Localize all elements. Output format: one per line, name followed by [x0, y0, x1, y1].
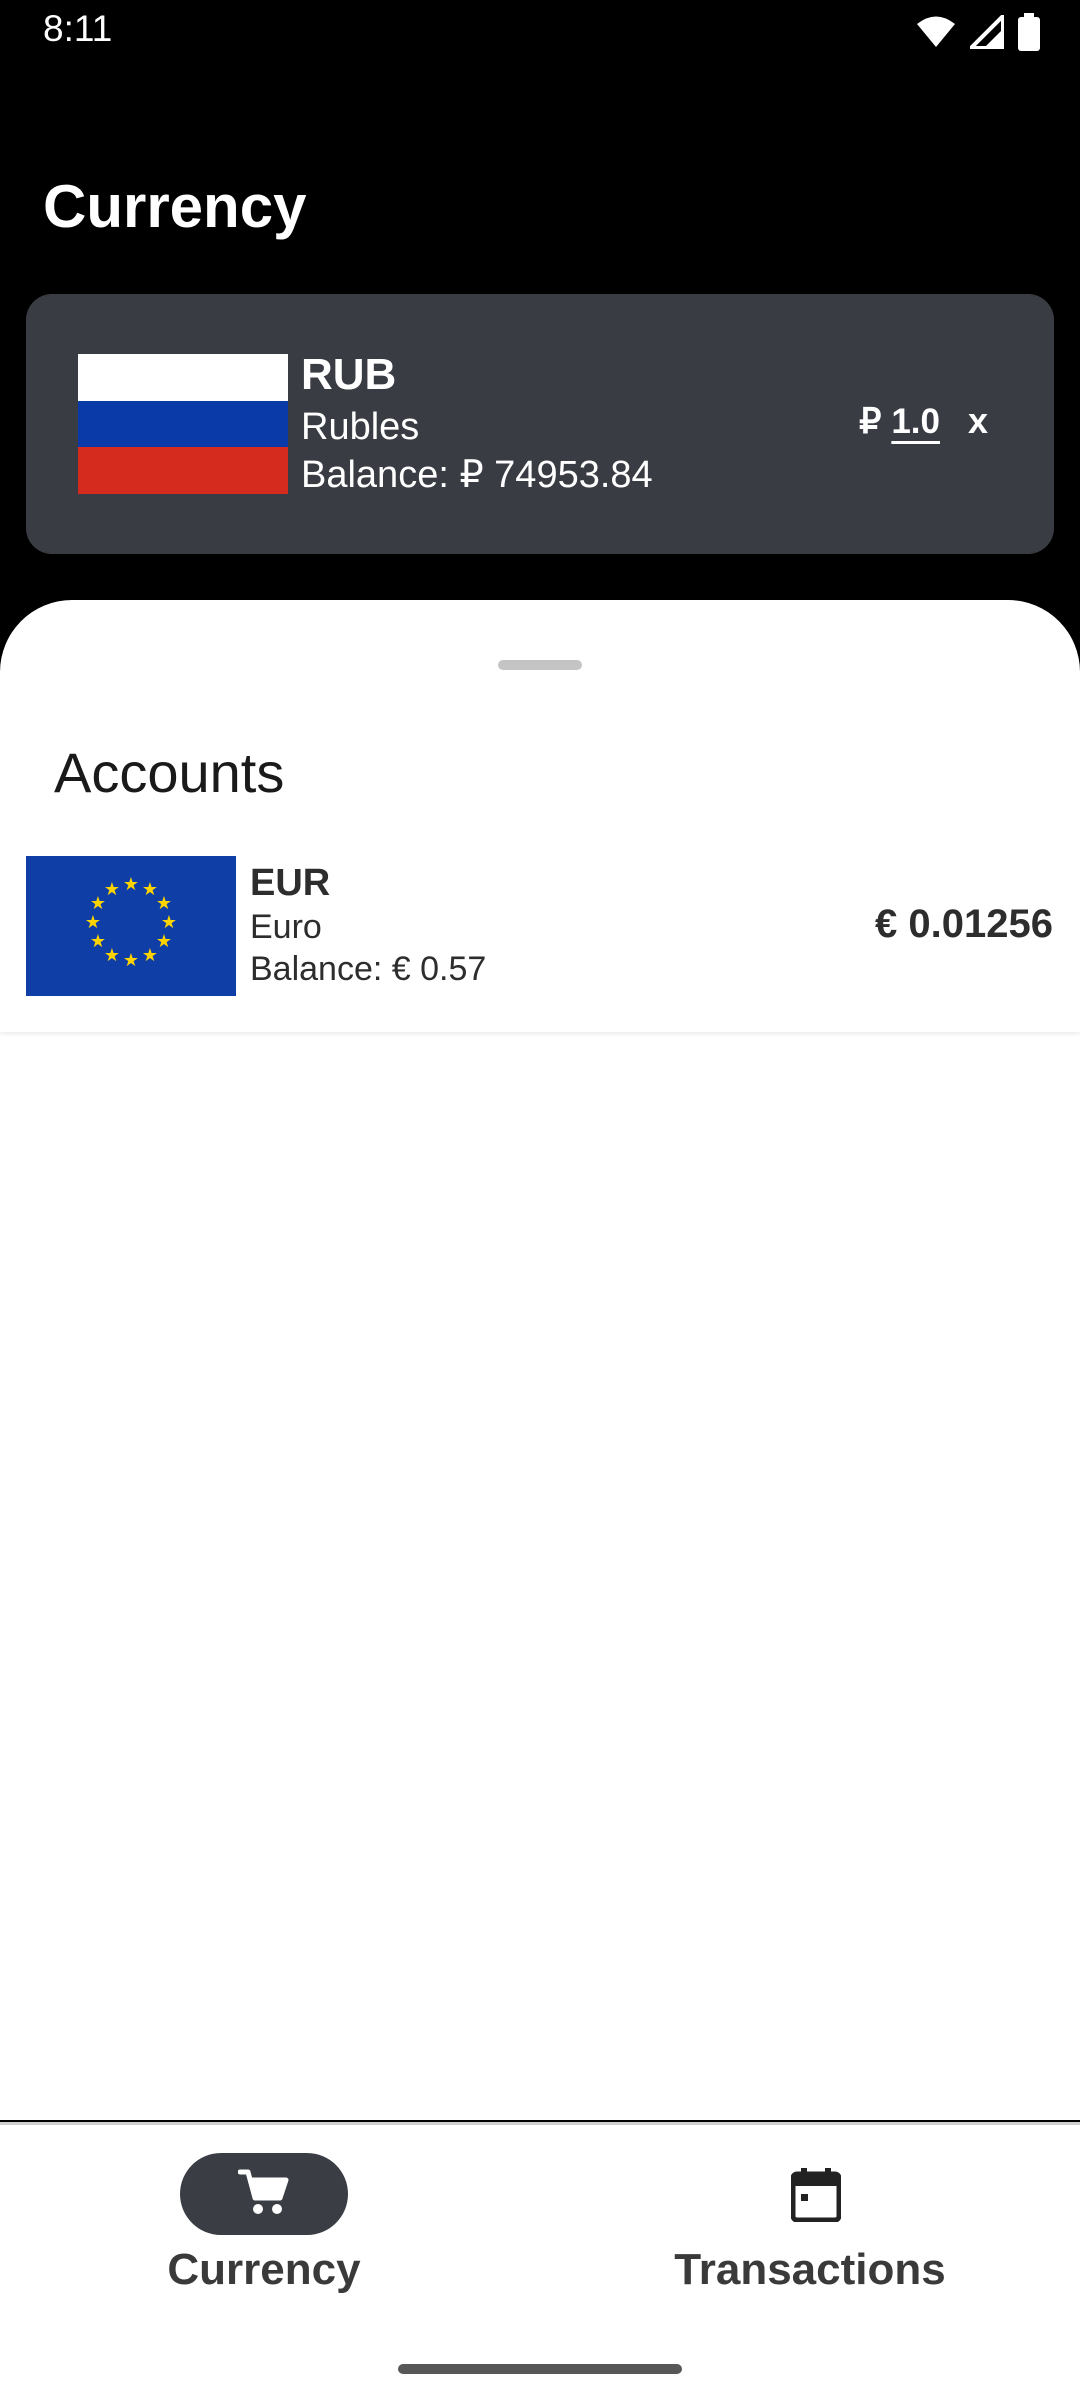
nav-item-currency[interactable]: Currency: [0, 2125, 540, 2325]
accounts-bottom-sheet: Accounts ★ ★ ★ ★ ★ ★ ★ ★ ★ ★ ★ ★ EUR Eur…: [0, 600, 1080, 2120]
account-rate: € 0.01256: [875, 902, 1053, 946]
svg-text:★: ★: [104, 879, 120, 900]
nav-label-currency: Currency: [167, 2245, 361, 2294]
account-currency-name: Euro: [250, 908, 322, 946]
battery-icon: [1018, 13, 1040, 51]
account-row-eur[interactable]: ★ ★ ★ ★ ★ ★ ★ ★ ★ ★ ★ ★ EUR Euro Balance…: [0, 822, 1080, 1032]
nav-active-indicator: [180, 2153, 348, 2235]
flag-stripe-red: [78, 447, 288, 495]
rate-symbol: ₽: [859, 402, 882, 441]
nav-label-transactions: Transactions: [674, 2245, 946, 2294]
svg-text:★: ★: [104, 945, 120, 966]
gesture-navigation-bar[interactable]: [398, 2364, 682, 2374]
selected-currency-balance: Balance: ₽ 74953.84: [301, 454, 653, 496]
selected-currency-rate[interactable]: ₽ 1.0: [859, 402, 940, 442]
cart-icon: [237, 2168, 290, 2221]
signal-icon: [970, 15, 1004, 49]
nav-item-transactions[interactable]: Transactions: [540, 2125, 1080, 2325]
rate-value[interactable]: 1.0: [891, 402, 940, 442]
svg-text:★: ★: [123, 950, 139, 971]
svg-text:★: ★: [156, 893, 172, 914]
flag-stripe-blue: [78, 400, 288, 448]
wifi-icon: [916, 15, 956, 49]
svg-text:★: ★: [85, 912, 101, 933]
svg-text:★: ★: [123, 874, 139, 895]
eu-flag-icon: ★ ★ ★ ★ ★ ★ ★ ★ ★ ★ ★ ★: [26, 856, 236, 996]
russia-flag-icon: [78, 354, 288, 495]
svg-text:★: ★: [156, 931, 172, 952]
bottom-navigation: Currency Transactions: [0, 2122, 1080, 2400]
account-currency-code: EUR: [250, 862, 331, 904]
selected-currency-card[interactable]: RUB Rubles Balance: ₽ 74953.84 ₽ 1.0 x: [26, 294, 1054, 554]
svg-text:★: ★: [90, 931, 106, 952]
page-title: Currency: [43, 173, 307, 240]
calendar-icon: [786, 2165, 846, 2225]
screen: 8:11 Currency RUB Rubles Balance: ₽ 7495…: [0, 0, 1080, 2400]
drag-handle[interactable]: [498, 660, 582, 670]
selected-currency-name: Rubles: [301, 406, 420, 448]
svg-text:★: ★: [142, 945, 158, 966]
selected-currency-code: RUB: [301, 350, 397, 399]
eu-stars: ★ ★ ★ ★ ★ ★ ★ ★ ★ ★ ★ ★: [26, 856, 236, 996]
svg-text:★: ★: [161, 912, 177, 933]
remove-currency-button[interactable]: x: [968, 400, 988, 442]
account-balance: Balance: € 0.57: [250, 950, 487, 988]
status-time: 8:11: [43, 8, 113, 49]
accounts-title: Accounts: [54, 741, 285, 804]
status-bar: 8:11: [0, 0, 1080, 64]
status-icons: [916, 12, 1040, 52]
flag-stripe-white: [78, 354, 288, 401]
